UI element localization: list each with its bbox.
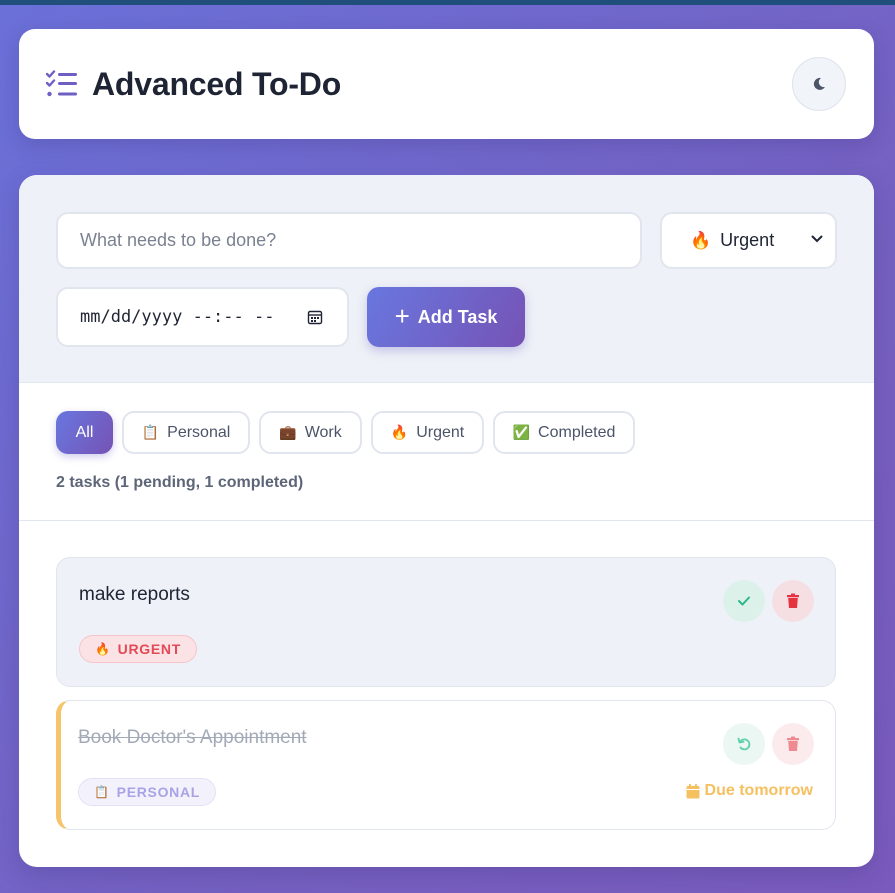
clipboard-icon: 📋 bbox=[141, 424, 160, 440]
check-box-icon: ✅ bbox=[512, 424, 531, 440]
trash-icon bbox=[787, 736, 799, 751]
filter-label: Personal bbox=[167, 423, 231, 441]
filter-label: Completed bbox=[538, 423, 616, 441]
filter-label: Work bbox=[304, 423, 342, 441]
priority-select-value: Urgent bbox=[720, 230, 775, 250]
calendar-icon bbox=[686, 783, 700, 798]
app-header: Advanced To-Do bbox=[19, 29, 874, 139]
calendar-icon[interactable] bbox=[307, 309, 323, 325]
fire-icon: 🔥 bbox=[95, 642, 111, 656]
filter-completed[interactable]: ✅ Completed bbox=[493, 411, 635, 454]
filter-personal[interactable]: 📋 Personal bbox=[122, 411, 250, 454]
trash-icon bbox=[787, 593, 799, 608]
undo-button[interactable] bbox=[723, 723, 765, 765]
fire-icon: 🔥 bbox=[690, 230, 712, 250]
filter-label: Urgent bbox=[416, 423, 465, 441]
category-label: URGENT bbox=[117, 641, 181, 657]
chevron-down-icon bbox=[811, 235, 823, 243]
task-item: make reports 🔥 URGENT bbox=[56, 557, 836, 687]
undo-icon bbox=[737, 737, 751, 751]
task-item: Book Doctor's Appointment 📋 PERSONAL Due… bbox=[56, 700, 836, 830]
delete-button[interactable] bbox=[772, 580, 814, 622]
priority-select[interactable]: 🔥 Urgent bbox=[660, 212, 837, 269]
check-icon bbox=[738, 596, 750, 606]
add-task-label: Add Task bbox=[417, 306, 498, 327]
clipboard-icon: 📋 bbox=[94, 785, 110, 799]
due-date-input[interactable]: mm/dd/yyyy --:-- -- bbox=[56, 287, 349, 347]
complete-button[interactable] bbox=[723, 580, 765, 622]
add-task-button[interactable]: + Add Task bbox=[367, 287, 525, 347]
plus-icon: + bbox=[394, 301, 410, 331]
task-title: make reports bbox=[79, 584, 190, 605]
filter-work[interactable]: 💼 Work bbox=[259, 411, 362, 454]
delete-button[interactable] bbox=[772, 723, 814, 765]
task-count: 2 tasks (1 pending, 1 completed) bbox=[56, 474, 304, 491]
list-check-icon bbox=[46, 70, 77, 97]
filter-bar: All 📋 Personal 💼 Work 🔥 Urgent ✅ Complet… bbox=[19, 384, 874, 521]
category-badge: 🔥 URGENT bbox=[79, 635, 197, 663]
task-title: Book Doctor's Appointment bbox=[78, 727, 307, 748]
page-title: Advanced To-Do bbox=[92, 65, 342, 102]
category-label: PERSONAL bbox=[116, 784, 201, 800]
due-date-text: Due tomorrow bbox=[704, 782, 813, 799]
fire-icon: 🔥 bbox=[390, 424, 409, 440]
due-date-placeholder: mm/dd/yyyy --:-- -- bbox=[80, 307, 275, 327]
theme-toggle-button[interactable] bbox=[792, 57, 846, 111]
moon-icon bbox=[813, 77, 825, 90]
filter-label: All bbox=[75, 423, 94, 441]
task-input[interactable] bbox=[56, 212, 642, 269]
category-badge: 📋 PERSONAL bbox=[78, 778, 217, 806]
filter-all[interactable]: All bbox=[56, 411, 113, 454]
window-top-bar bbox=[0, 0, 895, 5]
todo-panel: 🔥 Urgent mm/dd/yyyy --:-- -- + Add Task bbox=[19, 175, 874, 867]
filter-urgent[interactable]: 🔥 Urgent bbox=[371, 411, 484, 454]
due-date-label: Due tomorrow bbox=[686, 782, 813, 800]
task-form: 🔥 Urgent mm/dd/yyyy --:-- -- + Add Task bbox=[19, 175, 874, 383]
briefcase-icon: 💼 bbox=[279, 424, 297, 440]
